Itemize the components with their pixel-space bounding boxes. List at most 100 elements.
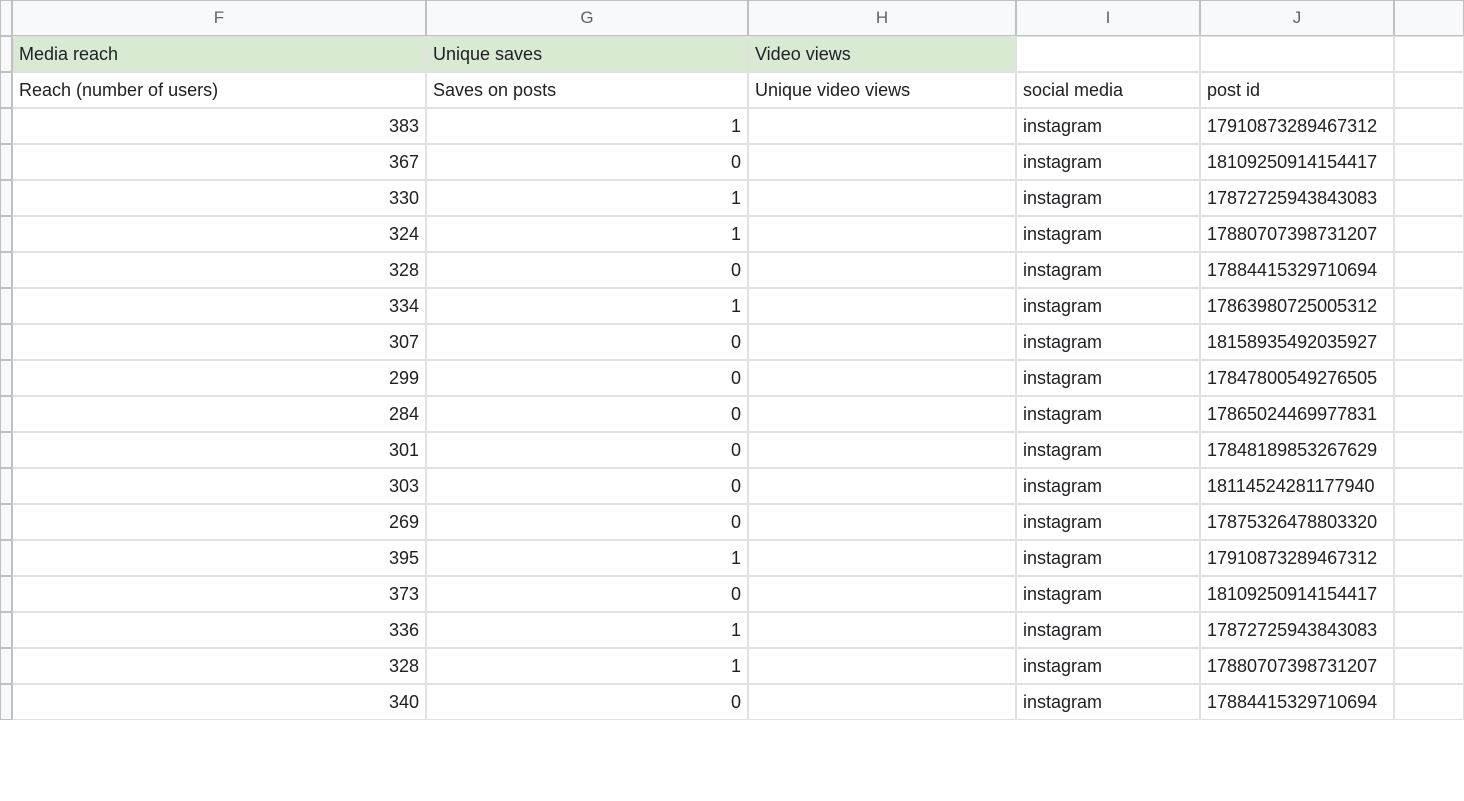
data-cell-F[interactable]: 330 xyxy=(12,180,426,216)
row-stub[interactable] xyxy=(0,432,12,468)
data-cell-I[interactable]: instagram xyxy=(1016,324,1200,360)
data-cell-H[interactable] xyxy=(748,576,1016,612)
header2-cell-F[interactable]: Reach (number of users) xyxy=(12,72,426,108)
header2-cell-G[interactable]: Saves on posts xyxy=(426,72,748,108)
row-stub[interactable] xyxy=(0,468,12,504)
data-cell-blank[interactable] xyxy=(1394,648,1464,684)
data-cell-blank[interactable] xyxy=(1394,252,1464,288)
data-cell-H[interactable] xyxy=(748,684,1016,720)
data-cell-G[interactable]: 0 xyxy=(426,360,748,396)
data-cell-I[interactable]: instagram xyxy=(1016,396,1200,432)
data-cell-J[interactable]: 17848189853267629 xyxy=(1200,432,1394,468)
data-cell-G[interactable]: 1 xyxy=(426,612,748,648)
data-cell-G[interactable]: 0 xyxy=(426,504,748,540)
data-cell-F[interactable]: 328 xyxy=(12,252,426,288)
data-cell-J[interactable]: 18109250914154417 xyxy=(1200,576,1394,612)
data-cell-I[interactable]: instagram xyxy=(1016,576,1200,612)
row-stub[interactable] xyxy=(0,684,12,720)
data-cell-J[interactable]: 18158935492035927 xyxy=(1200,324,1394,360)
data-cell-I[interactable]: instagram xyxy=(1016,144,1200,180)
data-cell-G[interactable]: 0 xyxy=(426,468,748,504)
row-stub[interactable] xyxy=(0,360,12,396)
data-cell-G[interactable]: 0 xyxy=(426,324,748,360)
row-stub[interactable] xyxy=(0,612,12,648)
data-cell-blank[interactable] xyxy=(1394,216,1464,252)
row-stub[interactable] xyxy=(0,396,12,432)
data-cell-F[interactable]: 301 xyxy=(12,432,426,468)
data-cell-H[interactable] xyxy=(748,504,1016,540)
data-cell-J[interactable]: 17875326478803320 xyxy=(1200,504,1394,540)
data-cell-J[interactable]: 17880707398731207 xyxy=(1200,216,1394,252)
data-cell-F[interactable]: 336 xyxy=(12,612,426,648)
row-stub[interactable] xyxy=(0,216,12,252)
data-cell-H[interactable] xyxy=(748,360,1016,396)
data-cell-H[interactable] xyxy=(748,432,1016,468)
data-cell-F[interactable]: 303 xyxy=(12,468,426,504)
corner-cell[interactable] xyxy=(0,0,12,36)
data-cell-blank[interactable] xyxy=(1394,540,1464,576)
data-cell-G[interactable]: 1 xyxy=(426,180,748,216)
data-cell-H[interactable] xyxy=(748,468,1016,504)
row-stub[interactable] xyxy=(0,648,12,684)
data-cell-blank[interactable] xyxy=(1394,360,1464,396)
data-cell-G[interactable]: 1 xyxy=(426,216,748,252)
data-cell-J[interactable]: 17910873289467312 xyxy=(1200,108,1394,144)
data-cell-F[interactable]: 324 xyxy=(12,216,426,252)
data-cell-H[interactable] xyxy=(748,144,1016,180)
data-cell-F[interactable]: 307 xyxy=(12,324,426,360)
row-stub[interactable] xyxy=(0,324,12,360)
data-cell-H[interactable] xyxy=(748,108,1016,144)
data-cell-G[interactable]: 1 xyxy=(426,648,748,684)
data-cell-J[interactable]: 18114524281177940 xyxy=(1200,468,1394,504)
data-cell-I[interactable]: instagram xyxy=(1016,612,1200,648)
data-cell-J[interactable]: 17847800549276505 xyxy=(1200,360,1394,396)
data-cell-I[interactable]: instagram xyxy=(1016,468,1200,504)
header1-cell-J[interactable] xyxy=(1200,36,1394,72)
data-cell-blank[interactable] xyxy=(1394,180,1464,216)
data-cell-H[interactable] xyxy=(748,288,1016,324)
row-stub[interactable] xyxy=(0,576,12,612)
data-cell-blank[interactable] xyxy=(1394,468,1464,504)
header2-cell-H[interactable]: Unique video views xyxy=(748,72,1016,108)
column-header-F[interactable]: F xyxy=(12,0,426,36)
data-cell-J[interactable]: 17884415329710694 xyxy=(1200,684,1394,720)
data-cell-I[interactable]: instagram xyxy=(1016,180,1200,216)
data-cell-G[interactable]: 1 xyxy=(426,108,748,144)
data-cell-H[interactable] xyxy=(748,252,1016,288)
data-cell-J[interactable]: 17884415329710694 xyxy=(1200,252,1394,288)
row-stub[interactable] xyxy=(0,540,12,576)
data-cell-F[interactable]: 299 xyxy=(12,360,426,396)
data-cell-F[interactable]: 383 xyxy=(12,108,426,144)
column-header-I[interactable]: I xyxy=(1016,0,1200,36)
data-cell-I[interactable]: instagram xyxy=(1016,648,1200,684)
data-cell-I[interactable]: instagram xyxy=(1016,504,1200,540)
data-cell-I[interactable]: instagram xyxy=(1016,684,1200,720)
data-cell-blank[interactable] xyxy=(1394,684,1464,720)
data-cell-G[interactable]: 0 xyxy=(426,432,748,468)
data-cell-F[interactable]: 340 xyxy=(12,684,426,720)
row-stub[interactable] xyxy=(0,180,12,216)
header1-cell-blank[interactable] xyxy=(1394,36,1464,72)
data-cell-H[interactable] xyxy=(748,540,1016,576)
data-cell-J[interactable]: 18109250914154417 xyxy=(1200,144,1394,180)
column-header-J[interactable]: J xyxy=(1200,0,1394,36)
data-cell-J[interactable]: 17865024469977831 xyxy=(1200,396,1394,432)
column-header-blank[interactable] xyxy=(1394,0,1464,36)
data-cell-J[interactable]: 17880707398731207 xyxy=(1200,648,1394,684)
data-cell-I[interactable]: instagram xyxy=(1016,432,1200,468)
data-cell-J[interactable]: 17872725943843083 xyxy=(1200,612,1394,648)
data-cell-G[interactable]: 0 xyxy=(426,396,748,432)
data-cell-G[interactable]: 1 xyxy=(426,288,748,324)
data-cell-H[interactable] xyxy=(748,324,1016,360)
header2-cell-I[interactable]: social media xyxy=(1016,72,1200,108)
data-cell-G[interactable]: 0 xyxy=(426,576,748,612)
data-cell-F[interactable]: 367 xyxy=(12,144,426,180)
data-cell-I[interactable]: instagram xyxy=(1016,288,1200,324)
row-stub[interactable] xyxy=(0,252,12,288)
data-cell-H[interactable] xyxy=(748,180,1016,216)
data-cell-H[interactable] xyxy=(748,612,1016,648)
data-cell-F[interactable]: 284 xyxy=(12,396,426,432)
column-header-H[interactable]: H xyxy=(748,0,1016,36)
row-stub[interactable] xyxy=(0,288,12,324)
column-header-G[interactable]: G xyxy=(426,0,748,36)
